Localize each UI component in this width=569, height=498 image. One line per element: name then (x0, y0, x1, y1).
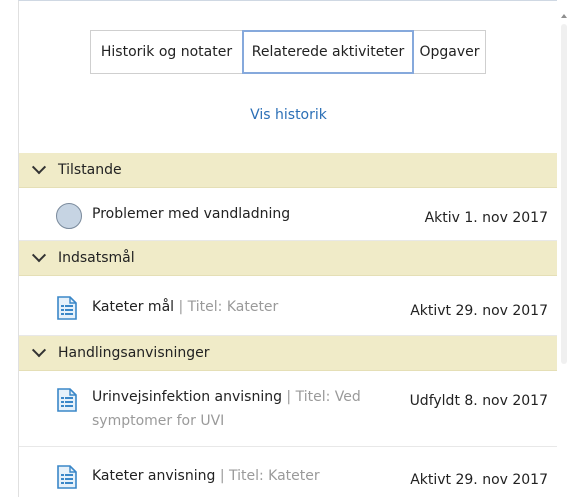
section-title: Handlingsanvisninger (58, 345, 210, 361)
tab-historik-og-notater[interactable]: Historik og notater (90, 30, 242, 74)
section-title: Indsatsmål (58, 250, 135, 266)
section-title: Tilstande (58, 162, 122, 178)
list-item[interactable]: Kateter mål | Titel: Kateter Aktivt 29. … (19, 276, 558, 336)
tab-bar: Historik og notater Relaterede aktivitet… (90, 30, 486, 74)
chevron-down-icon (31, 160, 47, 175)
chevron-down-icon (31, 248, 47, 263)
item-title: Kateter mål | Titel: Kateter (92, 299, 279, 315)
tab-opgaver[interactable]: Opgaver (414, 30, 486, 74)
scroll-thumb[interactable] (561, 24, 567, 364)
list-item[interactable]: Urinvejsinfektion anvisning | Titel: Ved… (19, 371, 558, 447)
item-date: Udfyldt 8. nov 2017 (409, 393, 548, 409)
vertical-scrollbar[interactable] (557, 0, 569, 497)
list-item[interactable]: Problemer med vandladning Aktiv 1. nov 2… (19, 188, 558, 241)
scroll-up-arrow-icon[interactable] (561, 14, 567, 18)
vis-historik-link[interactable]: Vis historik (19, 107, 558, 123)
item-date: Aktiv 1. nov 2017 (424, 210, 548, 226)
document-icon (57, 465, 77, 489)
list-item[interactable]: Kateter anvisning | Titel: Kateter Aktiv… (19, 447, 558, 498)
related-activities-panel: Historik og notater Relaterede aktivitet… (18, 0, 558, 498)
tab-relaterede-aktiviteter[interactable]: Relaterede aktiviteter (242, 30, 414, 74)
circle-condition-icon (56, 203, 82, 229)
item-date: Aktivt 29. nov 2017 (410, 303, 548, 319)
chevron-down-icon (31, 343, 47, 358)
item-title: Urinvejsinfektion anvisning | Titel: Ved… (92, 389, 361, 429)
item-date: Aktivt 29. nov 2017 (410, 472, 548, 488)
item-title: Problemer med vandladning (92, 206, 291, 222)
section-header-tilstande[interactable]: Tilstande (19, 153, 558, 188)
document-icon (57, 388, 77, 412)
section-header-indsatsmal[interactable]: Indsatsmål (19, 241, 558, 276)
section-header-handlingsanvisninger[interactable]: Handlingsanvisninger (19, 336, 558, 371)
document-icon (57, 296, 77, 320)
item-title: Kateter anvisning | Titel: Kateter (92, 468, 320, 484)
